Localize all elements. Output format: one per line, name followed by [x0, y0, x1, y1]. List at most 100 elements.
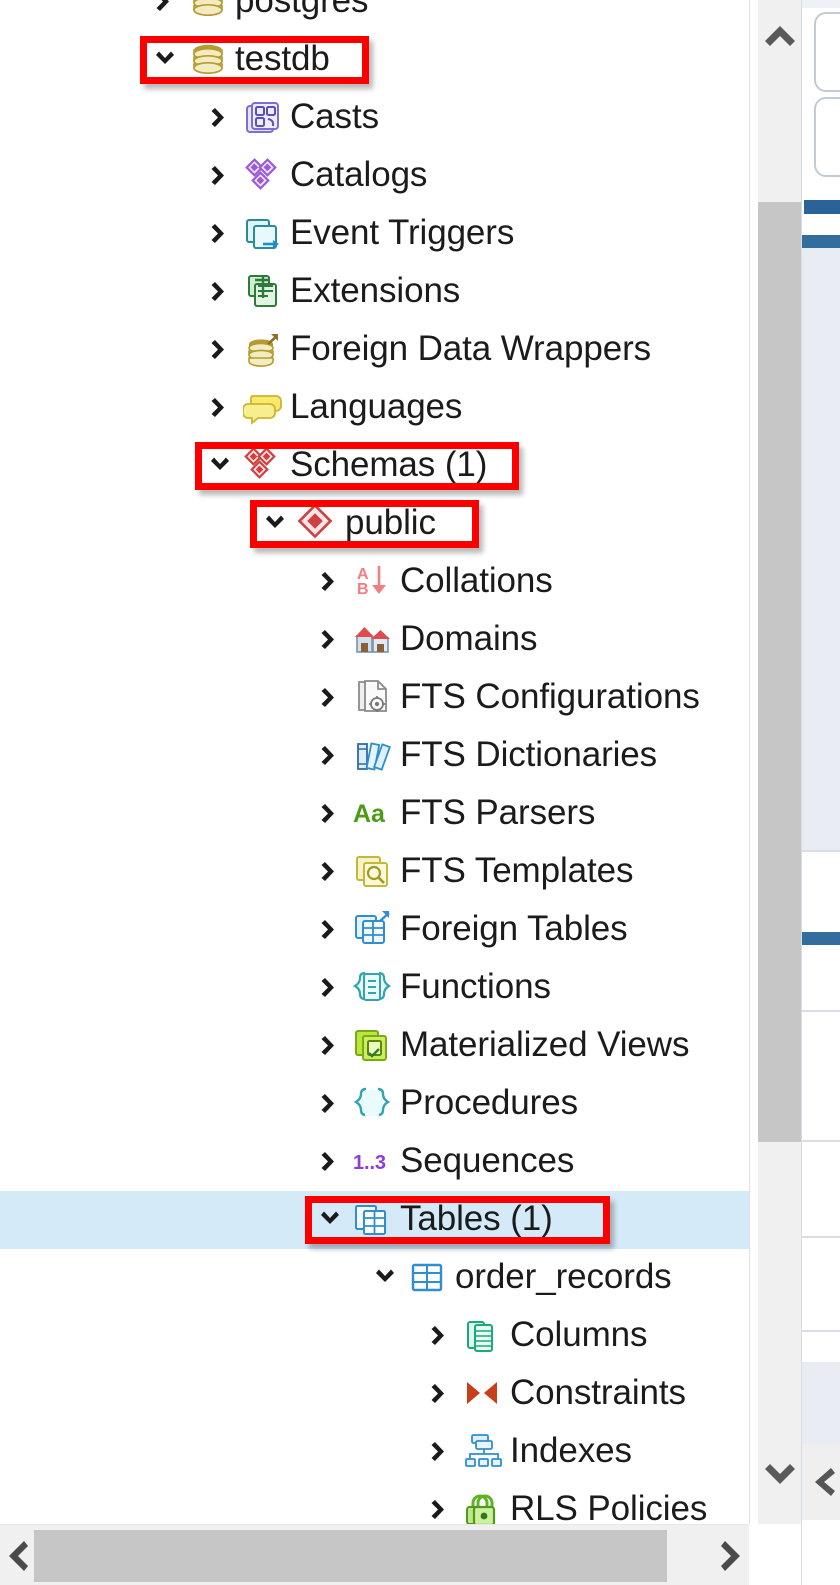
chevron-right-icon[interactable]	[313, 1029, 347, 1063]
chevron-down-icon[interactable]	[148, 43, 182, 77]
tree-item-testdb[interactable]: testdb	[0, 31, 749, 89]
tree-item-label: Casts	[290, 97, 379, 136]
tree-item-constraints[interactable]: Constraints	[0, 1365, 749, 1423]
right-panel-divider-4	[802, 1236, 840, 1238]
tree-item-postgres[interactable]: postgres	[0, 0, 749, 31]
right-side-panel	[801, 0, 840, 1585]
tree-item-fts-dictionaries[interactable]: FTS Dictionaries	[0, 727, 749, 785]
svg-text:B: B	[357, 581, 368, 598]
tree-item-label: postgres	[235, 0, 369, 20]
chevron-right-icon[interactable]	[313, 623, 347, 657]
tree-item-label: FTS Templates	[400, 851, 634, 890]
chevron-right-icon[interactable]	[313, 913, 347, 947]
functions-icon	[353, 968, 393, 1008]
chevron-left-icon	[814, 1468, 835, 1496]
rls-policies-icon	[463, 1490, 503, 1524]
right-panel-divider-1	[802, 850, 840, 852]
tree-item-foreign-tables[interactable]: Foreign Tables	[0, 901, 749, 959]
tree-item-domains[interactable]: Domains	[0, 611, 749, 669]
chevron-right-icon[interactable]	[203, 333, 237, 367]
chevron-right-icon[interactable]	[313, 797, 347, 831]
tree-item-collations[interactable]: A B Collations	[0, 553, 749, 611]
right-panel-tab-marker[interactable]	[804, 200, 840, 214]
tree-item-order-records[interactable]: order_records	[0, 1249, 749, 1307]
tree-horizontal-scrollbar[interactable]	[0, 1524, 749, 1585]
tree-item-tables-1[interactable]: Tables (1)	[0, 1191, 749, 1249]
chevron-right-icon[interactable]	[715, 1525, 749, 1585]
tree-item-label: testdb	[235, 39, 330, 78]
tree-item-indexes[interactable]: Indexes	[0, 1423, 749, 1481]
tree-item-procedures[interactable]: Procedures	[0, 1075, 749, 1133]
right-panel-band-1	[802, 248, 840, 850]
chevron-left-icon[interactable]	[0, 1525, 34, 1585]
database-icon	[188, 40, 228, 80]
chevron-right-icon[interactable]	[313, 739, 347, 773]
chevron-up-icon[interactable]	[758, 6, 802, 62]
panel-collapse-button[interactable]	[802, 1444, 840, 1520]
tree-item-rls-policies[interactable]: RLS Policies	[0, 1481, 749, 1524]
chevron-right-icon[interactable]	[203, 101, 237, 135]
indexes-icon	[463, 1432, 503, 1472]
collations-icon: A B	[353, 562, 393, 602]
chevron-right-icon[interactable]	[313, 1087, 347, 1121]
right-panel-active-bar-1	[802, 235, 840, 248]
chevron-down-icon[interactable]	[758, 1448, 802, 1504]
tree-item-label: Procedures	[400, 1083, 578, 1122]
browser-tree-panel[interactable]: postgres testdb Casts Catalogs Event Tri…	[0, 0, 749, 1524]
tree-item-languages[interactable]: Languages	[0, 379, 749, 437]
right-panel-divider-2	[802, 1010, 840, 1012]
tree-item-functions[interactable]: Functions	[0, 959, 749, 1017]
chevron-down-icon[interactable]	[313, 1203, 347, 1237]
chevron-down-icon[interactable]	[368, 1261, 402, 1295]
tree-item-sequences[interactable]: 1..3 Sequences	[0, 1133, 749, 1191]
chevron-down-icon[interactable]	[203, 449, 237, 483]
chevron-right-icon[interactable]	[313, 681, 347, 715]
chevron-right-icon[interactable]	[203, 217, 237, 251]
tree-vertical-scrollbar[interactable]	[749, 0, 802, 1524]
tree-item-public[interactable]: public	[0, 495, 749, 553]
tree-item-fts-templates[interactable]: FTS Templates	[0, 843, 749, 901]
chevron-right-icon[interactable]	[203, 391, 237, 425]
tree-item-label: Foreign Tables	[400, 909, 628, 948]
vertical-scrollbar-thumb[interactable]	[758, 202, 802, 1142]
tree-item-label: Extensions	[290, 271, 461, 310]
tree-item-columns[interactable]: Columns	[0, 1307, 749, 1365]
tree-item-label: FTS Parsers	[400, 793, 596, 832]
right-panel-card-2[interactable]	[814, 97, 840, 177]
right-panel-top-strip	[802, 0, 840, 8]
tree-item-extensions[interactable]: Extensions	[0, 263, 749, 321]
horizontal-scrollbar-thumb[interactable]	[34, 1530, 667, 1582]
chevron-right-icon[interactable]	[148, 0, 182, 19]
tree-item-label: public	[345, 503, 436, 542]
tree-item-fts-configurations[interactable]: FTS Configurations	[0, 669, 749, 727]
foreign-tables-icon	[353, 910, 393, 950]
chevron-right-icon[interactable]	[423, 1493, 457, 1524]
tree-item-foreign-data-wrappers[interactable]: Foreign Data Wrappers	[0, 321, 749, 379]
schemas-icon	[243, 446, 283, 486]
chevron-right-icon[interactable]	[203, 275, 237, 309]
tree-item-event-triggers[interactable]: Event Triggers	[0, 205, 749, 263]
chevron-right-icon[interactable]	[313, 1145, 347, 1179]
database-icon	[188, 0, 228, 22]
tree-item-materialized-views[interactable]: Materialized Views	[0, 1017, 749, 1075]
tree-item-schemas-1[interactable]: Schemas (1)	[0, 437, 749, 495]
tables-icon	[353, 1200, 393, 1240]
tree-item-catalogs[interactable]: Catalogs	[0, 147, 749, 205]
right-panel-active-bar-2	[802, 932, 840, 945]
tree-item-label: Collations	[400, 561, 553, 600]
chevron-down-icon[interactable]	[258, 507, 292, 541]
svg-text:Aa: Aa	[353, 800, 386, 828]
chevron-right-icon[interactable]	[313, 971, 347, 1005]
languages-icon	[243, 388, 283, 428]
sequences-icon: 1..3	[353, 1142, 393, 1182]
schema-icon	[298, 504, 338, 544]
chevron-right-icon[interactable]	[423, 1377, 457, 1411]
chevron-right-icon[interactable]	[313, 855, 347, 889]
chevron-right-icon[interactable]	[313, 565, 347, 599]
tree-item-casts[interactable]: Casts	[0, 89, 749, 147]
chevron-right-icon[interactable]	[423, 1319, 457, 1353]
right-panel-card-1[interactable]	[814, 12, 840, 92]
tree-item-fts-parsers[interactable]: Aa FTS Parsers	[0, 785, 749, 843]
chevron-right-icon[interactable]	[203, 159, 237, 193]
chevron-right-icon[interactable]	[423, 1435, 457, 1469]
